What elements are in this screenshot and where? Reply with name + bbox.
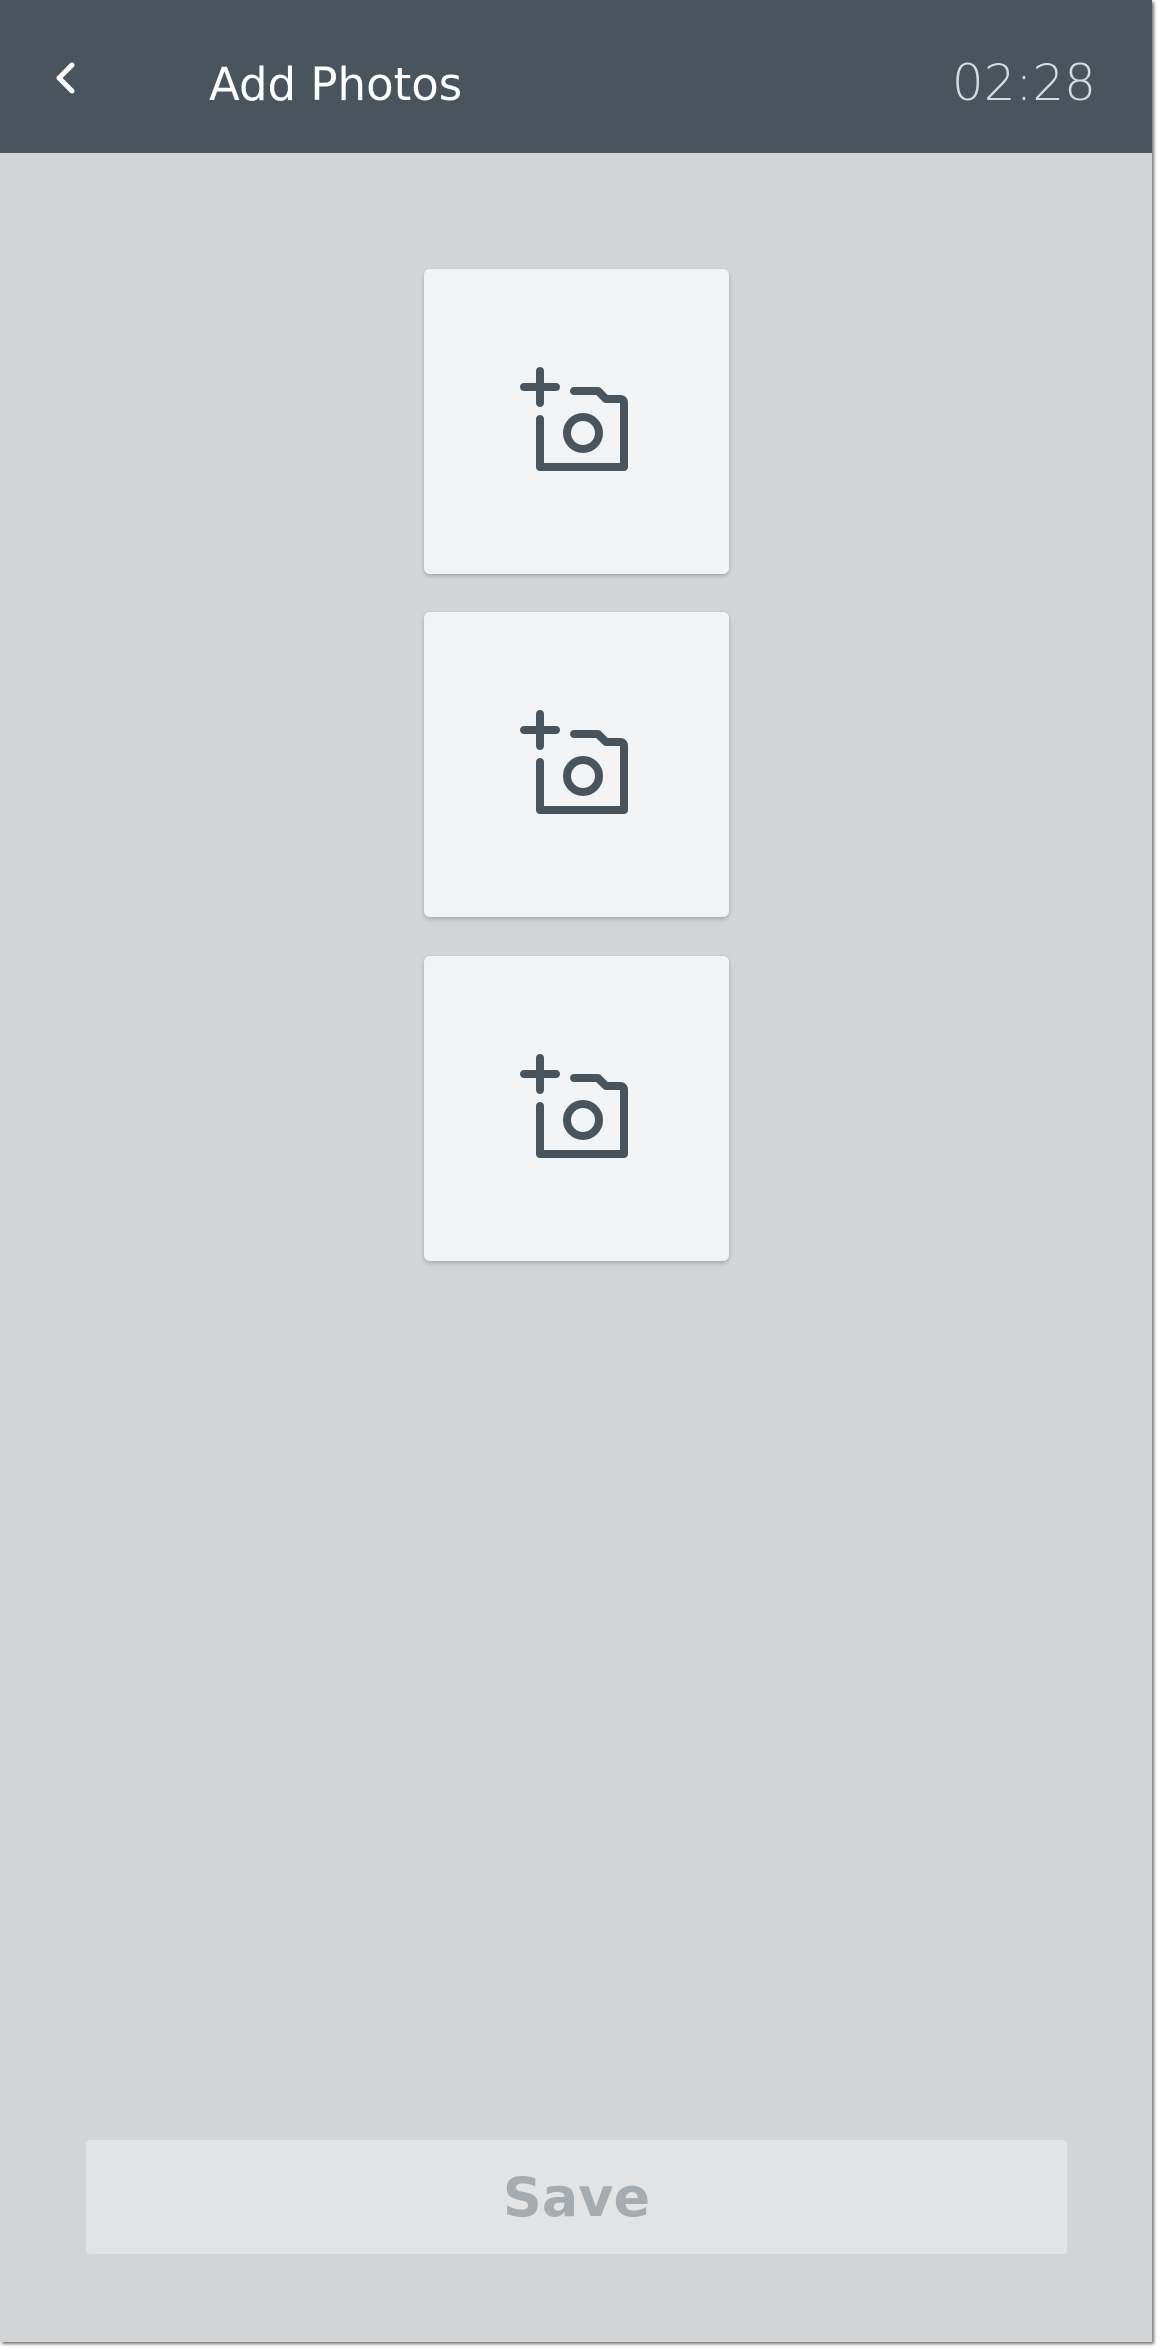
add-photo-icon [520, 710, 628, 814]
back-button[interactable] [42, 54, 90, 102]
save-button[interactable]: Save [86, 2140, 1067, 2254]
page-title: Add Photos [209, 58, 463, 111]
timer: 02:28 [951, 54, 1096, 112]
add-photo-slot-3[interactable] [424, 956, 729, 1261]
add-photo-icon [520, 367, 628, 471]
add-photo-icon [520, 1054, 628, 1158]
add-photos-screen: Add Photos 02:28 Save [0, 0, 1152, 2342]
add-photo-slot-1[interactable] [424, 269, 729, 574]
chevron-left-icon [56, 62, 75, 94]
app-bar: Add Photos 02:28 [0, 0, 1152, 153]
add-photo-slot-2[interactable] [424, 612, 729, 917]
